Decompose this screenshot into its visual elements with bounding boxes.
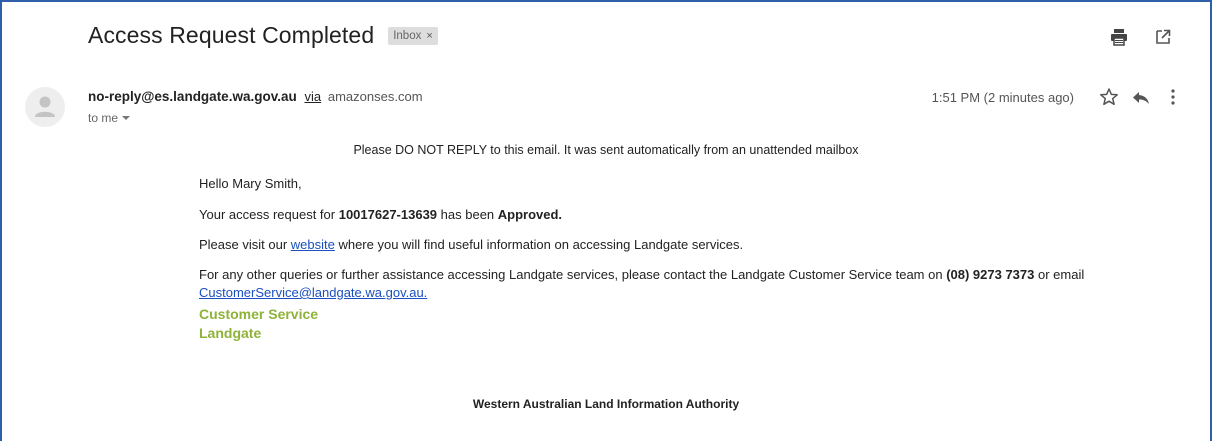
approval-paragraph: Your access request for 10017627-13639 h…	[199, 206, 1099, 224]
print-button[interactable]	[1108, 26, 1130, 48]
message-actions: 1:51 PM (2 minutes ago)	[932, 86, 1184, 108]
email-subject: Access Request Completed	[88, 22, 375, 48]
inbox-label-text: Inbox	[393, 29, 422, 42]
approval-status: Approved.	[497, 207, 563, 222]
message-timestamp: 1:51 PM (2 minutes ago)	[931, 89, 1074, 105]
recipient-text: to me	[88, 111, 119, 125]
sender-row: no-reply@es.landgate.wa.gov.au via amazo…	[88, 89, 423, 104]
website-text-suffix: where you will find useful information o…	[334, 237, 744, 252]
contact-text-prefix: For any other queries or further assista…	[199, 267, 947, 282]
sender-email[interactable]: no-reply@es.landgate.wa.gov.au	[88, 89, 297, 104]
signature-department: Customer Service	[199, 306, 319, 322]
top-actions	[1108, 26, 1174, 48]
approval-text-middle: has been	[437, 207, 498, 222]
contact-text-middle: or email	[1034, 267, 1085, 282]
remove-label-button[interactable]: ×	[426, 30, 432, 42]
via-link[interactable]: via	[304, 89, 321, 104]
open-in-new-window-button[interactable]	[1152, 26, 1174, 48]
star-button[interactable]	[1098, 86, 1120, 108]
contact-paragraph: For any other queries or further assista…	[199, 266, 1099, 302]
more-options-button[interactable]	[1162, 86, 1184, 108]
more-vertical-icon	[1171, 89, 1175, 105]
chevron-down-icon	[122, 116, 131, 120]
do-not-reply-notice: Please DO NOT REPLY to this email. It wa…	[353, 143, 859, 157]
print-icon	[1111, 29, 1127, 46]
recipient-details-toggle[interactable]: to me	[88, 111, 131, 125]
person-avatar-icon	[35, 96, 55, 117]
approval-text-prefix: Your access request for	[199, 207, 339, 222]
request-id: 10017627-13639	[338, 207, 438, 222]
reply-button[interactable]	[1130, 86, 1152, 108]
website-link[interactable]: website	[291, 237, 335, 252]
signature-organisation: Landgate	[199, 325, 262, 341]
subject-row: Access Request Completed Inbox ×	[88, 22, 438, 49]
email-footer: Western Australian Land Information Auth…	[472, 397, 740, 411]
reply-icon	[1133, 92, 1149, 104]
greeting: Hello Mary Smith,	[199, 176, 302, 191]
website-text-prefix: Please visit our	[199, 237, 291, 252]
signature: Customer Service Landgate	[199, 305, 1099, 343]
via-domain: amazonses.com	[327, 89, 423, 104]
website-paragraph: Please visit our website where you will …	[199, 236, 1099, 254]
star-icon	[1100, 88, 1118, 106]
inbox-label-chip[interactable]: Inbox ×	[388, 26, 438, 45]
message-body: Hello Mary Smith, Your access request fo…	[199, 175, 1099, 343]
open-in-new-window-icon	[1156, 29, 1171, 44]
customer-service-email-link[interactable]: CustomerService@landgate.wa.gov.au.	[199, 285, 427, 300]
phone-number: (08) 9273 7373	[946, 267, 1035, 282]
sender-avatar[interactable]	[25, 87, 65, 127]
